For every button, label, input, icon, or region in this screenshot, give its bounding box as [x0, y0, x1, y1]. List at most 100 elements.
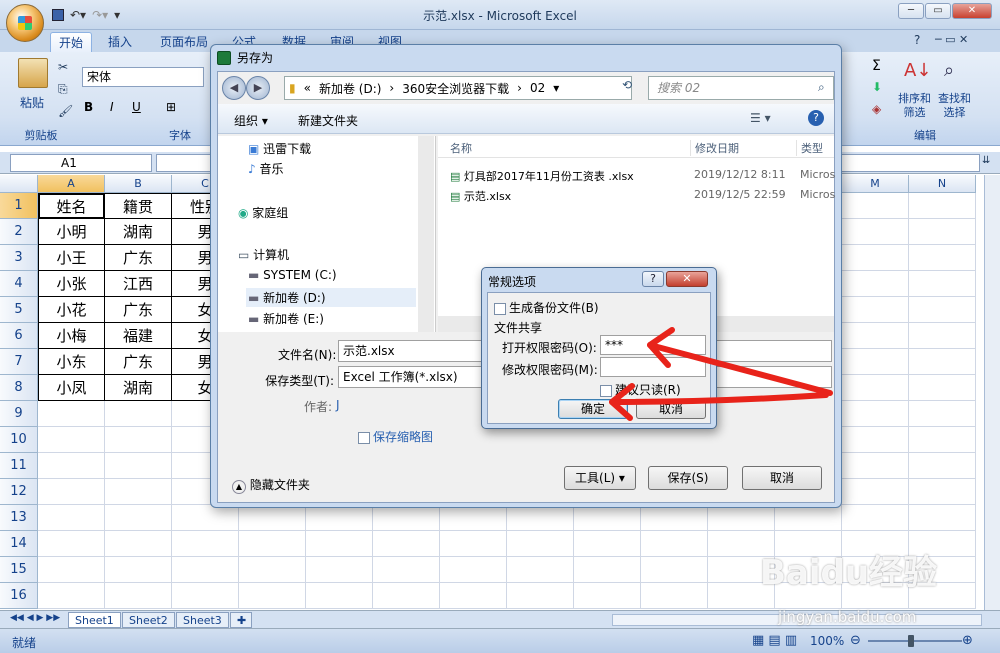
grid-cell[interactable] [38, 557, 105, 583]
border-icon[interactable]: ⊞ [166, 100, 176, 114]
tools-button[interactable]: 工具(L) ▾ [564, 466, 636, 490]
grid-cell[interactable] [507, 531, 574, 557]
grid-cell[interactable] [842, 245, 909, 271]
row-header[interactable]: 14 [0, 531, 38, 557]
grid-cell[interactable] [105, 453, 172, 479]
sheet-tab-1[interactable]: Sheet1 [68, 612, 121, 628]
select-all-corner[interactable] [0, 175, 38, 193]
grid-cell[interactable]: 湖南 [105, 375, 172, 401]
search-input[interactable]: 搜索 02 [648, 76, 834, 100]
grid-cell[interactable] [440, 505, 507, 531]
grid-cell[interactable] [105, 531, 172, 557]
grid-cell[interactable] [105, 583, 172, 609]
format-painter-icon[interactable]: 🖌 [58, 104, 73, 118]
fill-icon[interactable]: ⬇ [872, 80, 882, 94]
grid-cell[interactable] [909, 349, 976, 375]
grid-cell[interactable]: 小凤 [38, 375, 105, 401]
grid-cell[interactable] [842, 427, 909, 453]
grid-cell[interactable] [373, 583, 440, 609]
grid-cell[interactable] [239, 583, 306, 609]
grid-cell[interactable] [38, 479, 105, 505]
row-header[interactable]: 1 [0, 193, 38, 219]
grid-cell[interactable] [440, 583, 507, 609]
grid-cell[interactable] [38, 427, 105, 453]
nav-item-drive-d[interactable]: ▬ 新加卷 (D:) [246, 288, 416, 307]
row-header[interactable]: 5 [0, 297, 38, 323]
view-icons[interactable]: ▦ ▤ ▥ [752, 633, 797, 648]
column-header[interactable]: M [842, 175, 909, 193]
ok-button[interactable]: 确定 [558, 399, 628, 419]
row-header[interactable]: 12 [0, 479, 38, 505]
back-forward-buttons[interactable]: ◀ ▶ [222, 76, 272, 100]
bold-button[interactable]: B [84, 100, 93, 114]
grid-cell[interactable] [909, 505, 976, 531]
grid-cell[interactable] [641, 505, 708, 531]
grid-cell[interactable] [440, 531, 507, 557]
grid-cell[interactable] [172, 505, 239, 531]
grid-cell[interactable]: 姓名 [38, 193, 105, 219]
column-header[interactable]: N [909, 175, 976, 193]
grid-cell[interactable]: 江西 [105, 271, 172, 297]
grid-cell[interactable] [38, 583, 105, 609]
maximize-button[interactable]: ▭ [925, 3, 951, 19]
grid-cell[interactable] [909, 193, 976, 219]
back-icon[interactable]: ◀ [222, 76, 246, 100]
zoom-slider[interactable] [868, 640, 962, 642]
grid-cell[interactable] [105, 557, 172, 583]
insert-sheet-icon[interactable]: ✚ [230, 612, 252, 628]
grid-cell[interactable]: 籍贯 [105, 193, 172, 219]
row-header[interactable]: 13 [0, 505, 38, 531]
row-header[interactable]: 4 [0, 271, 38, 297]
grid-cell[interactable] [842, 323, 909, 349]
grid-cell[interactable]: 湖南 [105, 219, 172, 245]
grid-cell[interactable] [909, 453, 976, 479]
grid-cell[interactable] [306, 583, 373, 609]
col-name[interactable]: 名称 [450, 140, 472, 156]
save-button[interactable]: 保存(S) [648, 466, 728, 490]
clear-icon[interactable]: ◈ [872, 102, 881, 116]
grid-cell[interactable] [38, 531, 105, 557]
grid-cell[interactable] [909, 375, 976, 401]
grid-cell[interactable] [507, 583, 574, 609]
sheet-tab-2[interactable]: Sheet2 [122, 612, 175, 628]
grid-cell[interactable] [172, 583, 239, 609]
grid-cell[interactable] [574, 557, 641, 583]
help-icon[interactable]: ? [914, 33, 920, 47]
find-select-label[interactable]: 查找和 选择 [938, 92, 971, 120]
row-header[interactable]: 3 [0, 245, 38, 271]
grid-cell[interactable] [373, 531, 440, 557]
grid-cell[interactable]: 小明 [38, 219, 105, 245]
grid-cell[interactable] [641, 583, 708, 609]
grid-cell[interactable] [38, 401, 105, 427]
tab-home[interactable]: 开始 [50, 32, 93, 52]
grid-cell[interactable] [909, 479, 976, 505]
find-select-icon[interactable]: ⌕ [944, 60, 954, 81]
row-header[interactable]: 8 [0, 375, 38, 401]
office-button[interactable] [6, 4, 44, 42]
grid-cell[interactable] [909, 271, 976, 297]
grid-cell[interactable]: 广东 [105, 349, 172, 375]
grid-cell[interactable] [842, 349, 909, 375]
grid-cell[interactable] [842, 479, 909, 505]
nav-item-drive-c[interactable]: ▬ SYSTEM (C:) [248, 268, 337, 282]
grid-cell[interactable] [239, 505, 306, 531]
path-segment-current[interactable]: 02 [530, 81, 545, 95]
grid-cell[interactable] [909, 297, 976, 323]
backup-checkbox[interactable]: 生成备份文件(B) [494, 299, 599, 316]
nav-item-drive-e[interactable]: ▬ 新加卷 (E:) [248, 310, 324, 327]
grid-cell[interactable]: 小王 [38, 245, 105, 271]
row-header[interactable]: 15 [0, 557, 38, 583]
row-header[interactable]: 16 [0, 583, 38, 609]
italic-button[interactable]: I [110, 100, 114, 114]
view-options-icon[interactable]: ☰ ▾ [750, 111, 771, 125]
thumbnail-checkbox[interactable]: 保存缩略图 [358, 428, 433, 445]
grid-cell[interactable] [909, 219, 976, 245]
row-header[interactable]: 11 [0, 453, 38, 479]
expand-formula-icon[interactable]: ⇊ [982, 155, 990, 166]
grid-cell[interactable]: 小花 [38, 297, 105, 323]
options-cancel-button[interactable]: 取消 [636, 399, 706, 419]
grid-cell[interactable]: 小梅 [38, 323, 105, 349]
tab-page-layout[interactable]: 页面布局 [152, 32, 216, 52]
ribbon-min-icon[interactable]: ─ ▭ ✕ [935, 33, 968, 46]
grid-cell[interactable] [373, 505, 440, 531]
